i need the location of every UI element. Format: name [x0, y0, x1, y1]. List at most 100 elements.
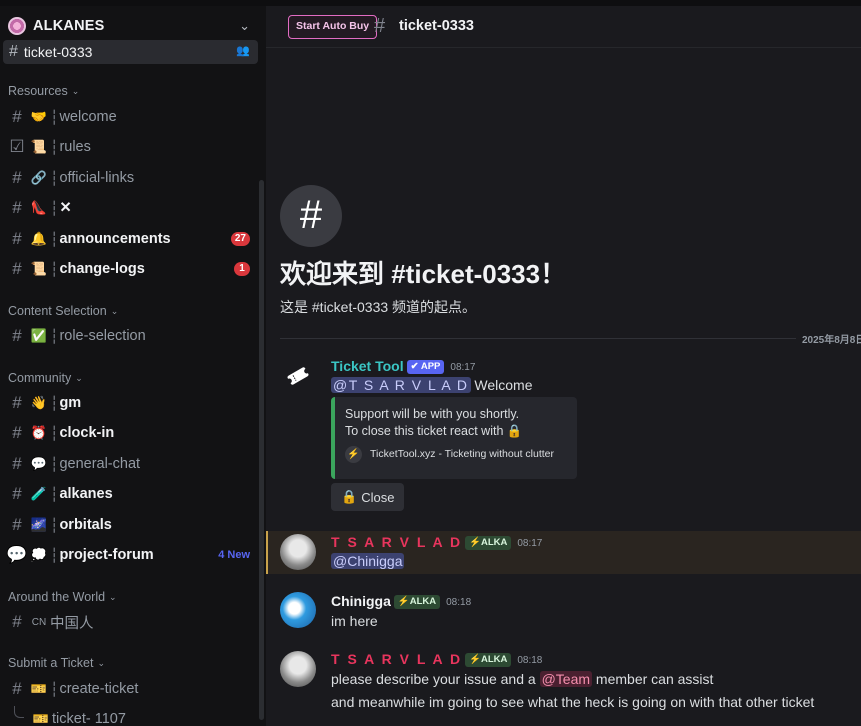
chevron-down-icon: ⌄	[75, 372, 83, 383]
channel-label: ticket-0333	[23, 44, 93, 60]
channel-label: gm	[59, 395, 82, 411]
hash-icon: #	[12, 515, 22, 534]
embed-line: To close this ticket react with 🔒	[345, 424, 523, 438]
message-author[interactable]: T S A R V L A D ⚡ALKA 08:17	[331, 534, 543, 551]
category-label: Community	[8, 371, 72, 385]
sidebar-item-general-chat[interactable]: # 💬 ┆ general-chat	[6, 451, 256, 477]
sidebar-item-welcome[interactable]: # 🤝 ┆ welcome	[6, 104, 256, 130]
sidebar-item-ticket-0333[interactable]: # ticket-0333 👥	[3, 40, 258, 64]
timestamp: 08:17	[450, 361, 476, 373]
sidebar-item-alkanes[interactable]: # 🧪 ┆ alkanes	[6, 481, 256, 507]
wave-icon: 👋	[30, 395, 48, 410]
message-text: please describe your issue and a	[331, 671, 540, 687]
user-mention[interactable]: @Chinigga	[331, 553, 405, 569]
ticket-embed: Support will be with you shortly. To clo…	[331, 397, 577, 479]
user-mention[interactable]: @T S A R V L A D	[331, 377, 471, 393]
test-tube-icon: 🧪	[30, 486, 48, 501]
embed-footer: TicketTool.xyz - Ticketing without clutt…	[370, 448, 555, 460]
orbit-icon: 🌌	[30, 517, 48, 532]
welcome-title: 欢迎来到 #ticket-0333！	[280, 259, 567, 289]
sidebar-item-official-links[interactable]: # 🔗 ┆ official-links	[6, 165, 256, 191]
sidebar-item-create-ticket[interactable]: # 🎫 ┆ create-ticket	[6, 676, 256, 702]
chinigga-avatar[interactable]	[280, 592, 316, 628]
channel-label: ticket- 1107	[52, 711, 126, 726]
tsar-vlad-avatar[interactable]	[280, 651, 316, 687]
add-member-icon[interactable]: 👥	[236, 44, 250, 57]
channel-label: create-ticket	[59, 681, 139, 697]
sidebar-item-project-forum[interactable]: 💬 💭 ┆ project-forum 4 New	[6, 542, 256, 568]
sidebar-item-rules[interactable]: ☑ 📜 ┆ rules	[6, 134, 256, 160]
sidebar-item-cn[interactable]: # CN 中国人	[6, 609, 256, 635]
category-community[interactable]: Community ⌄	[8, 371, 83, 385]
ticket-icon: 🎫	[30, 681, 48, 696]
sidebar-scrollbar[interactable]	[259, 180, 264, 720]
date-label: 2025年8月8日	[796, 331, 861, 346]
sidebar-item-orbitals[interactable]: # 🌌 ┆ orbitals	[6, 512, 256, 538]
divider-glyph: ┆	[50, 108, 59, 125]
sidebar-item-gm[interactable]: # 👋 ┆ gm	[6, 390, 256, 416]
forum-icon: 💬	[6, 545, 28, 564]
checkmark-icon: ✅	[30, 328, 48, 343]
hash-icon: #	[12, 612, 22, 631]
timestamp: 08:17	[517, 537, 543, 549]
role-tag: ⚡ALKA	[393, 595, 441, 610]
ticket-tool-avatar[interactable]	[280, 358, 316, 394]
ticket-icon	[286, 367, 310, 385]
divider-glyph: ┆	[50, 455, 59, 472]
hash-icon: #	[12, 393, 22, 412]
timestamp: 08:18	[517, 654, 543, 666]
category-label: Resources	[8, 84, 68, 98]
sidebar-item-announcements[interactable]: # 🔔 ┆ announcements 27	[6, 226, 256, 252]
channel-label: announcements	[59, 231, 171, 247]
message-author[interactable]: Ticket Tool ✔ APP 08:17	[331, 358, 476, 375]
author-name[interactable]: Ticket Tool	[331, 358, 404, 374]
channel-label: welcome	[59, 109, 117, 125]
sidebar-item-change-logs[interactable]: # 📜 ┆ change-logs 1	[6, 256, 256, 282]
tsar-vlad-avatar[interactable]	[280, 534, 316, 570]
heel-icon: 👠	[30, 200, 48, 215]
channel-label: general-chat	[59, 456, 141, 472]
role-tag: ⚡ALKA	[465, 536, 512, 551]
start-auto-buy-button[interactable]: Start Auto Buy	[288, 15, 378, 39]
chat-area: Start Auto Buy # ticket-0333 # 欢迎来到 #tic…	[266, 0, 861, 726]
link-icon: 🔗	[30, 170, 48, 185]
channel-label: alkanes	[59, 486, 113, 502]
category-submit-ticket[interactable]: Submit a Ticket ⌄	[8, 656, 105, 670]
divider-glyph: ┆	[50, 169, 59, 186]
sidebar-item-role-selection[interactable]: # ✅ ┆ role-selection	[6, 323, 256, 349]
channel-label: clock-in	[59, 425, 115, 441]
channel-label: orbitals	[59, 517, 112, 533]
unread-badge: 27	[230, 232, 250, 246]
category-resources[interactable]: Resources ⌄	[8, 84, 79, 98]
channel-label: role-selection	[59, 328, 146, 344]
category-label: Content Selection	[8, 304, 107, 318]
category-content-selection[interactable]: Content Selection ⌄	[8, 304, 118, 318]
channel-label: official-links	[59, 170, 135, 186]
author-name[interactable]: Chinigga	[331, 593, 391, 609]
sidebar-item-ticket-1107[interactable]: 🎫 ticket- 1107	[30, 706, 266, 726]
sidebar-item-clock-in[interactable]: # ⏰ ┆ clock-in	[6, 420, 256, 446]
scroll-icon: 📜	[30, 139, 48, 154]
message-author[interactable]: Chinigga ⚡ALKA 08:18	[331, 593, 471, 610]
close-ticket-button[interactable]: 🔒 Close	[331, 483, 404, 511]
message-author[interactable]: T S A R V L A D ⚡ALKA 08:18	[331, 651, 543, 668]
alarm-clock-icon: ⏰	[30, 425, 48, 440]
sidebar-item-x[interactable]: # 👠 ┆ ✕	[6, 195, 256, 221]
author-name[interactable]: T S A R V L A D	[331, 534, 462, 550]
author-name[interactable]: T S A R V L A D	[331, 651, 462, 667]
category-around-the-world[interactable]: Around the World ⌄	[8, 590, 117, 604]
date-divider	[280, 338, 861, 339]
welcome-subtitle: 这是 #ticket-0333 频道的起点。	[280, 299, 477, 315]
divider-glyph: ┆	[50, 546, 59, 563]
divider-glyph: ┆	[50, 327, 59, 344]
rules-checkbox-icon: ☑	[9, 137, 25, 156]
role-mention[interactable]: @Team	[539, 671, 593, 687]
hash-icon: #	[374, 15, 386, 37]
discord-window: ALKANES ⌄ # ticket-0333 👥 Resources ⌄ # 🤝…	[0, 0, 861, 726]
hash-icon: #	[12, 484, 22, 503]
thread-connector	[14, 706, 24, 718]
divider-glyph: ┆	[50, 680, 59, 697]
divider-glyph: ┆	[50, 230, 59, 247]
chevron-down-icon[interactable]: ⌄	[239, 18, 250, 34]
app-tag: ✔ APP	[406, 360, 445, 375]
